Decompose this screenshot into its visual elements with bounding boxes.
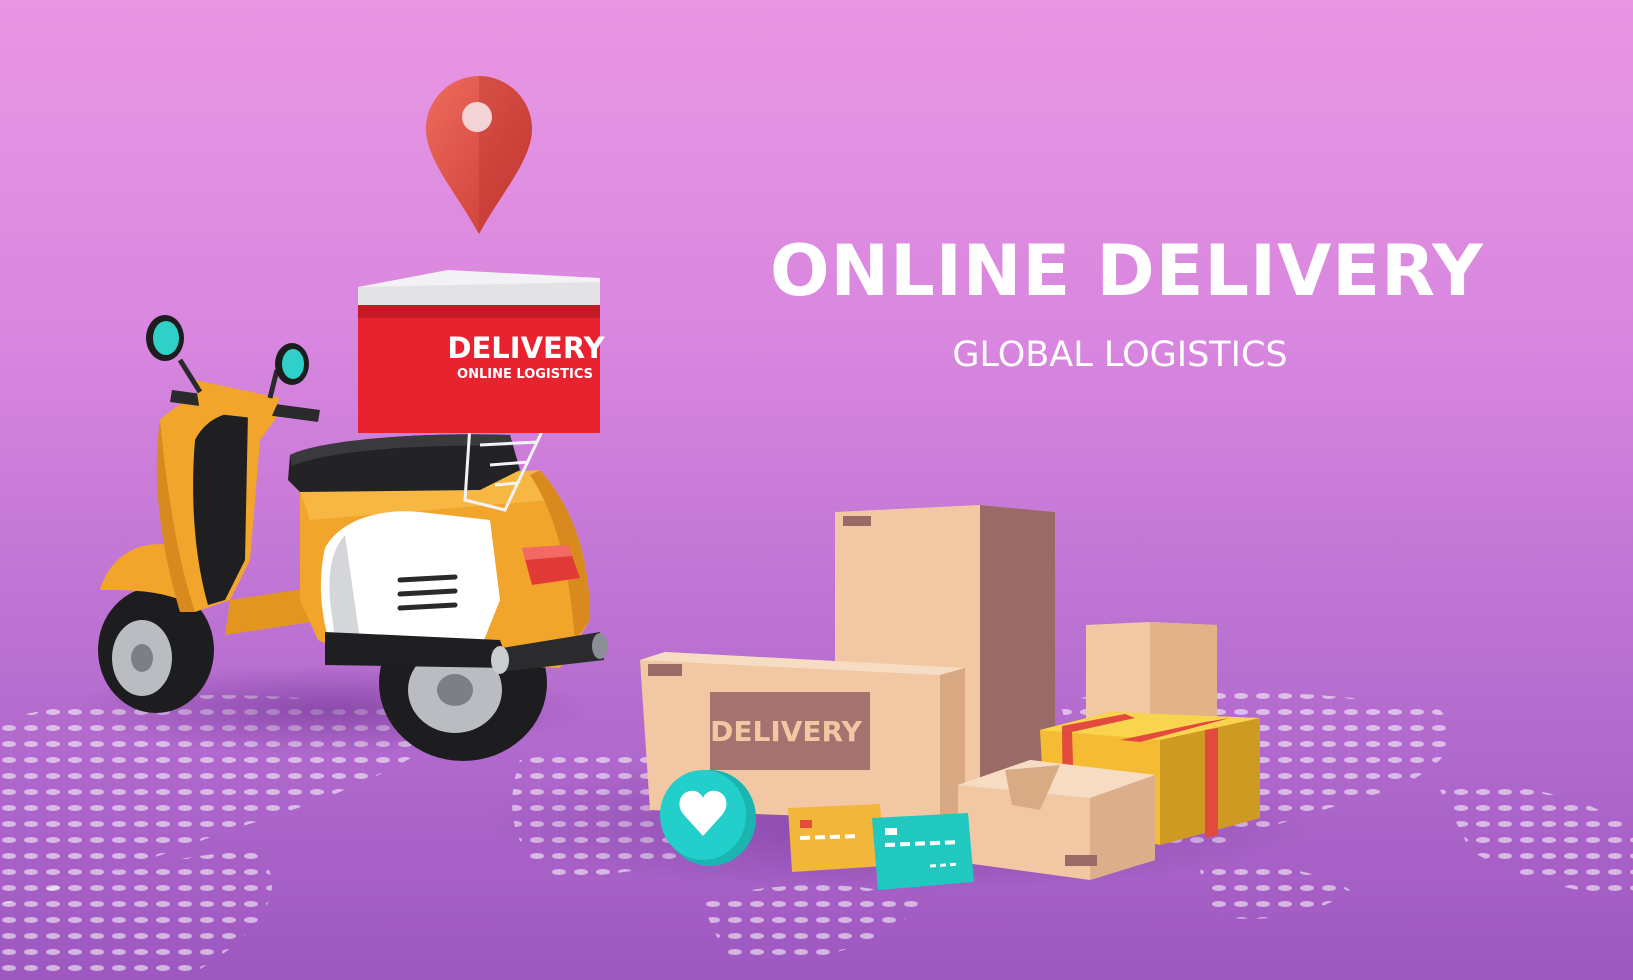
location-pin-icon xyxy=(426,76,532,234)
parcel-label: DELIVERY xyxy=(710,715,862,748)
small-cardboard-box xyxy=(1086,622,1217,725)
delivery-banner: DELIVERY ONLINE LOGISTICS DELIVERY ONLIN… xyxy=(0,0,1633,980)
page-title: ONLINE DELIVERY xyxy=(770,230,1484,312)
delivery-box: DELIVERY ONLINE LOGISTICS xyxy=(358,270,606,433)
small-front-box xyxy=(958,760,1155,880)
page-subtitle: GLOBAL LOGISTICS xyxy=(952,335,1288,375)
delivery-illustration: DELIVERY ONLINE LOGISTICS DELIVERY xyxy=(0,76,1633,980)
delivery-box-sublabel: ONLINE LOGISTICS xyxy=(457,367,593,382)
delivery-box-label: DELIVERY xyxy=(447,331,605,365)
